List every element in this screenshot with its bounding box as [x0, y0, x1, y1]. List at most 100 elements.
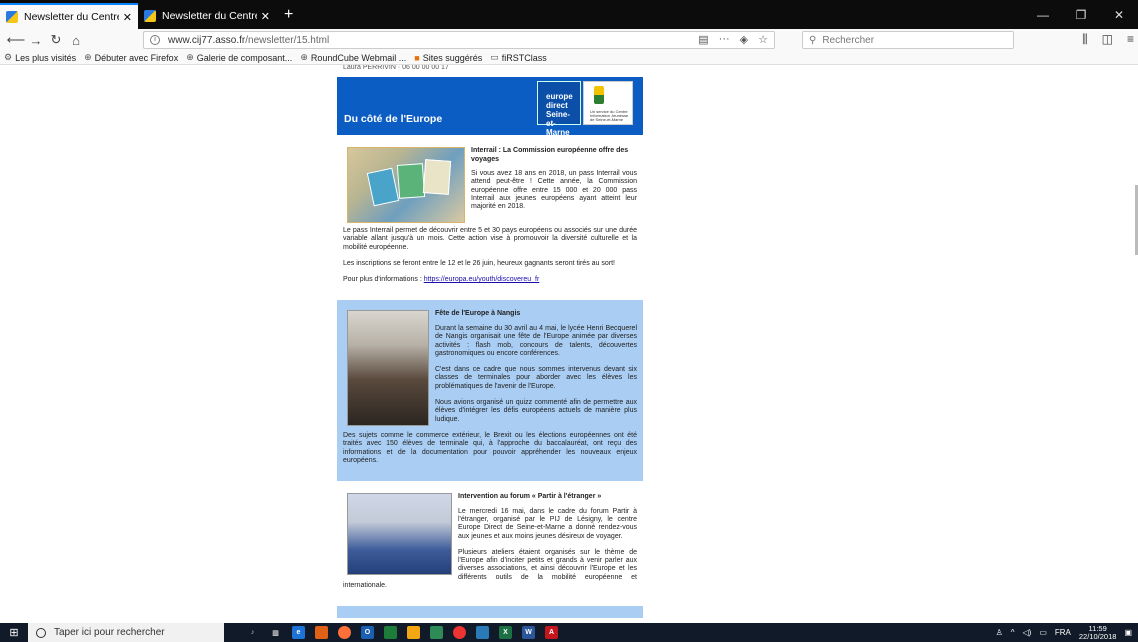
menu-icon[interactable]: ≡	[1127, 32, 1134, 47]
search-input[interactable]: ⚲ Rechercher	[802, 31, 1014, 49]
search-placeholder: Rechercher	[822, 34, 875, 46]
show-hidden-icons-icon[interactable]: ^	[1011, 628, 1015, 637]
close-tab-icon[interactable]: ✕	[123, 11, 132, 24]
forward-icon[interactable]: →	[26, 33, 46, 48]
bookmark-getting-started[interactable]: ⊕ Débuter avec Firefox	[84, 52, 178, 63]
sidebar-icon[interactable]: ◫	[1102, 32, 1113, 47]
network-app-icon[interactable]	[476, 626, 489, 639]
close-tab-icon[interactable]: ✕	[261, 10, 270, 23]
notifications-icon[interactable]: ▣	[1124, 628, 1132, 637]
close-window-icon[interactable]: ✕	[1100, 0, 1138, 29]
info-prefix: Pour plus d'informations :	[343, 276, 424, 284]
article-paragraph: Les inscriptions se feront entre le 12 e…	[343, 259, 615, 267]
window-controls: — ❐ ✕	[1024, 0, 1138, 29]
article-fete-europe: Fête de l'Europe à Nangis Durant la sema…	[337, 300, 643, 482]
bookmark-roundcube[interactable]: ⊕ RoundCube Webmail ...	[300, 52, 406, 63]
explorer-icon[interactable]	[407, 626, 420, 639]
minimize-icon[interactable]: —	[1024, 0, 1062, 29]
cij77-logo: Un service du Centre Information Jeuness…	[583, 81, 633, 125]
interrail-photo	[347, 147, 465, 223]
library-icon[interactable]: ⫼	[1082, 32, 1088, 47]
book-shape	[396, 163, 426, 199]
system-tray: ♙ ^ ◁) ▭ FRA 11:59 22/10/2018 ▣	[996, 623, 1132, 642]
cij-mark-icon	[594, 86, 604, 104]
folder-icon: ▭	[490, 52, 499, 62]
page-viewport[interactable]: Laura PERRIVIN · 06 00 00 00 17 Du côté …	[0, 65, 1138, 623]
excel-icon[interactable]: X	[499, 626, 512, 639]
gear-icon: ⚙	[4, 52, 13, 62]
article-info-line: Pour plus d'informations : https://europ…	[343, 276, 637, 284]
article-paragraph: Des sujets comme le commerce extérieur, …	[343, 431, 637, 464]
cut-off-contact-line: Laura PERRIVIN · 06 00 00 00 17	[343, 65, 449, 71]
people-icon[interactable]: ♙	[996, 628, 1003, 637]
bookmark-suggested-sites[interactable]: ■ Sites suggérés	[414, 53, 482, 63]
clock-date: 22/10/2018	[1078, 631, 1117, 641]
bookmark-star-icon[interactable]: ☆	[758, 33, 768, 46]
globe-icon: ⊕	[186, 52, 194, 62]
site-favicon-icon	[144, 10, 156, 22]
site-favicon-icon	[6, 11, 18, 23]
bookmark-label: Les plus visités	[15, 52, 77, 63]
article-interrail: Interrail : La Commission européenne off…	[337, 135, 643, 301]
bookmark-label: fiRSTClass	[501, 52, 547, 63]
book-shape	[422, 159, 452, 195]
forum-photo	[347, 493, 452, 576]
site-info-icon[interactable]: i	[150, 35, 160, 45]
language-indicator[interactable]: FRA	[1055, 628, 1071, 637]
clock[interactable]: 11:59 22/10/2018	[1078, 624, 1117, 641]
home-icon[interactable]: ⌂	[66, 33, 86, 48]
edge-icon[interactable]: e	[292, 626, 305, 639]
discovereu-link[interactable]: https://europa.eu/youth/discovereu_fr	[424, 276, 540, 283]
taskbar-apps: ♪ ▥ e O X W A	[246, 626, 558, 639]
network-icon[interactable]: ▭	[1039, 628, 1047, 637]
page-actions-icon[interactable]: ···	[719, 33, 730, 46]
new-tab-button[interactable]: +	[276, 3, 301, 29]
bookmark-most-visited[interactable]: ⚙ Les plus visités	[4, 52, 76, 63]
tab-newsletter-2[interactable]: Newsletter du Centre Informati ✕	[138, 3, 276, 29]
pocket-icon[interactable]: ◈	[740, 33, 748, 46]
task-view-icon[interactable]: ▥	[269, 626, 282, 639]
orange-square-icon: ■	[414, 52, 420, 63]
cortana-icon	[36, 627, 46, 638]
windows-start-icon[interactable]: ⊞	[0, 623, 28, 642]
taskbar-search-placeholder: Taper ici pour rechercher	[54, 627, 165, 638]
chrome-icon[interactable]	[453, 626, 466, 639]
bookmark-label: RoundCube Webmail ...	[310, 52, 407, 63]
store-icon[interactable]	[384, 626, 397, 639]
banner-title: Du côté de l'Europe	[344, 113, 443, 125]
taskbar-search[interactable]: Taper ici pour rechercher	[28, 623, 224, 642]
reload-icon[interactable]: ↻	[46, 32, 66, 48]
back-icon[interactable]: ⟵	[6, 32, 26, 48]
url-host: www.cij77.asso.fr	[168, 34, 246, 46]
bookmark-label: Sites suggérés	[422, 52, 483, 63]
microphone-icon[interactable]: ♪	[246, 626, 259, 639]
windows-taskbar: ⊞ Taper ici pour rechercher ♪ ▥ e O X W …	[0, 623, 1138, 642]
app-orange-icon[interactable]	[315, 626, 328, 639]
acrobat-icon[interactable]: A	[545, 626, 558, 639]
bookmark-label: Galerie de composant...	[196, 52, 293, 63]
navigation-bar: ⟵ → ↻ ⌂ i www.cij77.asso.fr/newsletter/1…	[0, 29, 1138, 51]
word-icon[interactable]: W	[522, 626, 535, 639]
firefox-icon[interactable]	[338, 626, 351, 639]
maximize-icon[interactable]: ❐	[1062, 0, 1100, 29]
bookmarks-bar: ⚙ Les plus visités ⊕ Débuter avec Firefox …	[0, 51, 1138, 65]
url-path: /newsletter/15.html	[245, 34, 330, 46]
reader-view-icon[interactable]: ▤	[698, 33, 708, 46]
europe-direct-logo: europe direct Seine-et-Marne	[537, 81, 581, 137]
bookmark-label: Débuter avec Firefox	[94, 52, 179, 63]
tab-title: Newsletter du Centre Informati	[162, 10, 257, 22]
bookmark-firstclass[interactable]: ▭ fiRSTClass	[490, 52, 547, 63]
europe-banner: Du côté de l'Europe europe direct Seine-…	[337, 77, 643, 137]
outlook-icon[interactable]: O	[361, 626, 374, 639]
url-bar[interactable]: i www.cij77.asso.fr/newsletter/15.html ▤…	[143, 31, 775, 49]
book-shape	[366, 167, 400, 207]
volume-icon[interactable]: ◁)	[1023, 628, 1032, 637]
tab-title: Newsletter du Centre Informati	[24, 11, 119, 23]
tab-newsletter-1[interactable]: Newsletter du Centre Informati ✕	[0, 3, 138, 29]
article-forum: Intervention au forum « Partir à l'étran…	[337, 481, 643, 607]
bookmark-gallery[interactable]: ⊕ Galerie de composant...	[186, 52, 292, 63]
globe-icon: ⊕	[300, 52, 308, 62]
newsletter: Laura PERRIVIN · 06 00 00 00 17 Du côté …	[337, 65, 643, 619]
cij-logo-text: Un service du Centre Information Jeuness…	[590, 109, 629, 122]
photos-icon[interactable]	[430, 626, 443, 639]
